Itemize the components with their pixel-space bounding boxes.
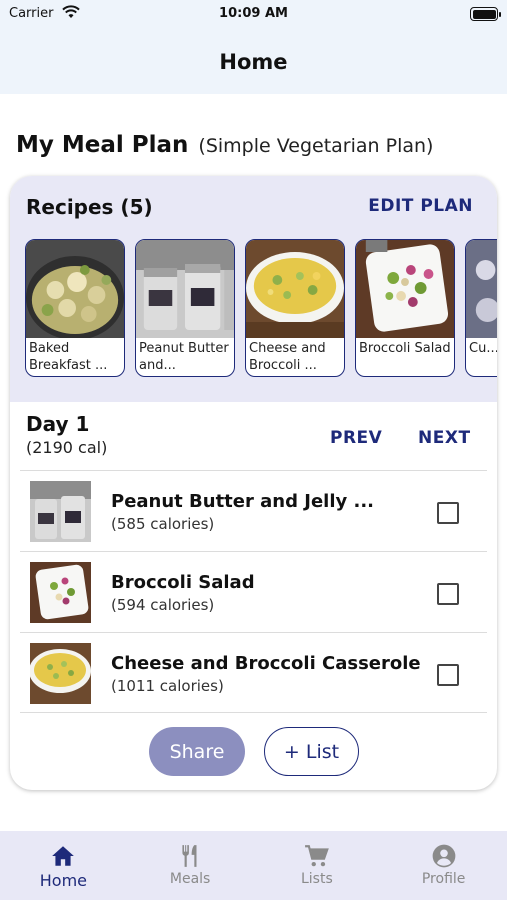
status-bar: Carrier 10:09 AM <box>0 0 507 30</box>
divider <box>20 712 487 713</box>
recipe-card[interactable]: Baked Breakfast ... <box>25 239 125 377</box>
recipe-name: Peanut Butter and... <box>139 341 229 373</box>
battery-icon <box>470 7 501 21</box>
day-header: Day 1 (2190 cal) <box>26 412 107 457</box>
recipe-carousel[interactable]: Baked Breakfast ... Peanut Butter and... <box>25 239 497 379</box>
clock: 10:09 AM <box>219 6 288 21</box>
recipe-name: Cheese and Broccoli ... <box>249 341 326 373</box>
tab-home[interactable]: Home <box>0 831 127 900</box>
meal-name: Cheese and Broccoli Casserole <box>111 653 421 674</box>
meal-calories: (585 calories) <box>111 515 215 533</box>
tab-bar: Home Meals Lists Profile <box>0 831 507 900</box>
recipe-image <box>466 240 497 338</box>
page-title: Home <box>219 50 288 74</box>
recipe-card[interactable]: Broccoli Salad <box>355 239 455 377</box>
recipe-image <box>356 240 454 338</box>
meal-checkbox[interactable] <box>437 664 459 686</box>
edit-plan-button[interactable]: EDIT PLAN <box>368 196 473 216</box>
meal-calories: (594 calories) <box>111 596 215 614</box>
meal-thumbnail <box>30 562 91 623</box>
prev-day-button[interactable]: PREV <box>330 428 382 448</box>
next-day-button[interactable]: NEXT <box>418 428 471 448</box>
recipe-image <box>26 240 124 338</box>
recipe-card[interactable]: Cheese and Broccoli ... <box>245 239 345 377</box>
cart-icon <box>304 845 329 867</box>
meal-checkbox[interactable] <box>437 502 459 524</box>
meal-name: Broccoli Salad <box>111 572 255 593</box>
meal-row[interactable]: Peanut Butter and Jelly ... (585 calorie… <box>20 470 487 550</box>
recipes-title: Recipes (5) <box>26 195 153 219</box>
meal-row[interactable]: Broccoli Salad (594 calories) <box>20 551 487 631</box>
recipe-card[interactable]: Cu... an... <box>465 239 497 377</box>
meal-plan-name: (Simple Vegetarian Plan) <box>198 135 434 157</box>
add-to-list-button[interactable]: + List <box>264 727 359 776</box>
tab-profile[interactable]: Profile <box>380 831 507 900</box>
recipe-image <box>246 240 344 338</box>
tab-meals[interactable]: Meals <box>127 831 254 900</box>
recipe-name: Broccoli Salad <box>359 341 451 356</box>
meal-plan-title: My Meal Plan <box>16 132 189 158</box>
tab-label: Lists <box>300 871 333 887</box>
recipe-name: Baked Breakfast ... <box>29 341 108 373</box>
tab-label: Meals <box>169 871 211 887</box>
recipe-card[interactable]: Peanut Butter and... <box>135 239 235 377</box>
meal-plan-card: Recipes (5) EDIT PLAN Baked Breakfast ..… <box>10 176 497 790</box>
meal-checkbox[interactable] <box>437 583 459 605</box>
tab-label: Profile <box>421 871 466 887</box>
fork-knife-icon <box>182 845 197 867</box>
day-label: Day 1 <box>26 412 90 436</box>
day-calories: (2190 cal) <box>26 438 108 457</box>
nav-bar: Home <box>0 30 507 94</box>
recipe-name: Cu... an... <box>469 341 497 356</box>
meal-thumbnail <box>30 481 91 542</box>
meal-thumbnail <box>30 643 91 704</box>
meal-name: Peanut Butter and Jelly ... <box>111 491 375 512</box>
share-button[interactable]: Share <box>149 727 245 776</box>
meal-row[interactable]: Cheese and Broccoli Casserole (1011 calo… <box>20 632 487 712</box>
tab-label: Home <box>39 871 87 890</box>
meal-calories: (1011 calories) <box>111 677 224 695</box>
home-icon <box>52 846 75 866</box>
plan-heading: My Meal Plan (Simple Vegetarian Plan) <box>16 132 433 158</box>
tab-lists[interactable]: Lists <box>254 831 381 900</box>
person-circle-icon <box>432 844 455 868</box>
recipe-image <box>136 240 234 338</box>
